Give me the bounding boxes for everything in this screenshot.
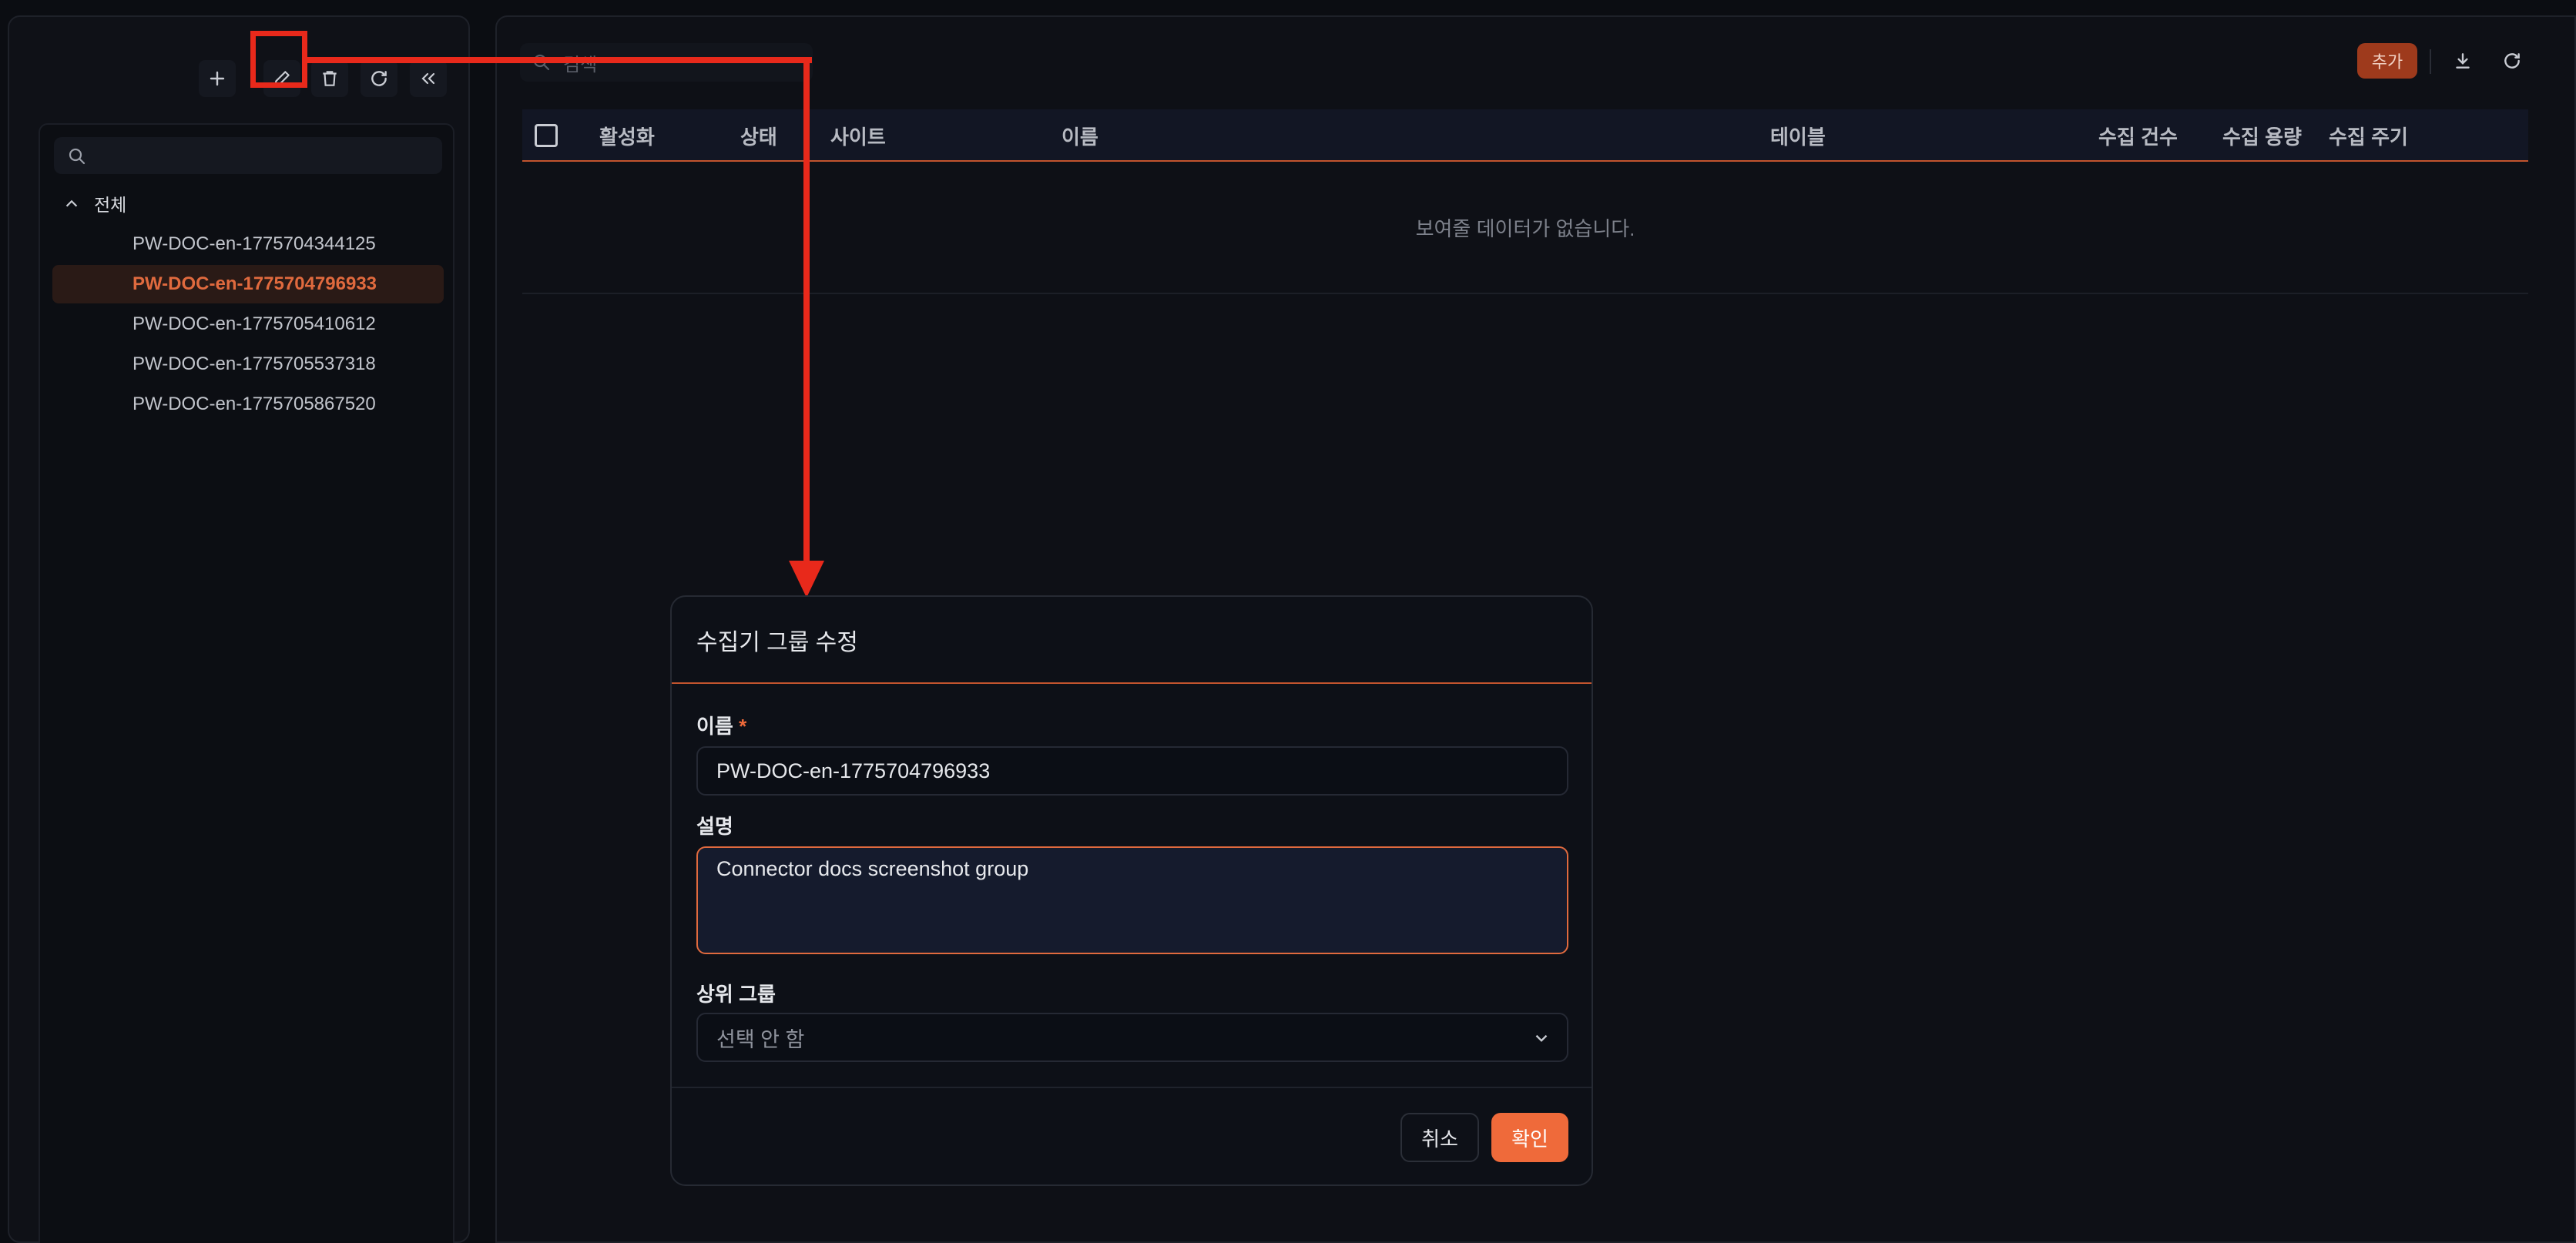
tree-toolbar	[194, 45, 471, 112]
name-label: 이름 *	[696, 711, 746, 739]
collapse-panel-button[interactable]	[410, 60, 447, 97]
col-status[interactable]: 상태	[740, 109, 777, 162]
trash-icon	[323, 71, 337, 86]
toolbar-divider	[2430, 49, 2431, 74]
dialog-title: 수집기 그룹 수정	[696, 630, 858, 655]
tree-root-label: 전체	[94, 195, 127, 215]
download-icon	[2456, 53, 2470, 69]
col-count[interactable]: 수집 건수	[2098, 109, 2178, 162]
col-active[interactable]: 활성화	[599, 109, 655, 162]
tree-item-label: PW-DOC-en-1775704344125	[132, 233, 376, 254]
col-name[interactable]: 이름	[1062, 109, 1098, 162]
tree-root-all[interactable]: 전체	[54, 186, 442, 220]
description-field[interactable]: Connector docs screenshot group	[696, 846, 1568, 954]
col-table[interactable]: 테이블	[1770, 109, 1826, 162]
tree-item-label: PW-DOC-en-1775704796933	[132, 273, 377, 294]
name-field[interactable]: PW-DOC-en-1775704796933	[696, 746, 1568, 796]
plus-icon	[210, 71, 225, 86]
parent-group-value: 선택 안 함	[716, 1027, 805, 1051]
dialog-footer-divider	[672, 1087, 1592, 1088]
add-group-button[interactable]	[199, 60, 236, 97]
chevron-down-icon	[1535, 1034, 1548, 1042]
col-interval[interactable]: 수집 주기	[2329, 109, 2408, 162]
tree-search-input[interactable]	[54, 137, 442, 174]
description-field-value: Connector docs screenshot group	[716, 857, 1029, 880]
dialog-divider	[672, 682, 1592, 684]
refresh-tree-button[interactable]	[361, 60, 397, 97]
name-label-text: 이름	[696, 715, 733, 738]
tree-item[interactable]: PW-DOC-en-1775705537318	[52, 345, 444, 384]
add-button[interactable]: 추가	[2357, 43, 2417, 79]
annotation-arrow-line	[803, 57, 810, 562]
chevron-up-icon[interactable]	[63, 195, 80, 212]
tree-item-label: PW-DOC-en-1775705410612	[132, 313, 376, 334]
tree-item-label: PW-DOC-en-1775705867520	[132, 394, 376, 414]
tree-item-selected[interactable]: PW-DOC-en-1775704796933	[52, 265, 444, 303]
tree-item-label: PW-DOC-en-1775705537318	[132, 353, 376, 374]
annotation-highlight-box	[250, 31, 307, 88]
search-icon	[69, 148, 86, 165]
select-all-checkbox[interactable]	[535, 124, 558, 147]
refresh-icon	[2504, 53, 2520, 69]
annotation-arrow-head	[789, 561, 824, 598]
edit-group-dialog: 수집기 그룹 수정 이름 * PW-DOC-en-1775704796933 설…	[670, 595, 1593, 1186]
parent-group-select[interactable]: 선택 안 함	[696, 1013, 1568, 1062]
description-label: 설명	[696, 815, 733, 838]
empty-state: 보여줄 데이터가 없습니다.	[522, 162, 2528, 294]
required-mark: *	[739, 715, 747, 738]
delete-group-button[interactable]	[311, 60, 348, 97]
annotation-arrow-line	[307, 57, 812, 63]
confirm-button[interactable]: 확인	[1491, 1113, 1568, 1162]
tree-item[interactable]: PW-DOC-en-1775705410612	[52, 305, 444, 343]
group-tree-panel: 전체 PW-DOC-en-1775704344125 PW-DOC-en-177…	[8, 15, 470, 1243]
col-site[interactable]: 사이트	[830, 109, 886, 162]
name-field-value: PW-DOC-en-1775704796933	[716, 759, 991, 782]
parent-group-label: 상위 그룹	[696, 983, 776, 1006]
col-size[interactable]: 수집 용량	[2222, 109, 2302, 162]
tree-item[interactable]: PW-DOC-en-1775704344125	[52, 225, 444, 263]
table-header: 활성화 상태 사이트 이름 테이블 수집 건수 수집 용량 수집 주기	[522, 109, 2528, 162]
group-tree: 전체 PW-DOC-en-1775704344125 PW-DOC-en-177…	[39, 123, 454, 1243]
refresh-button[interactable]	[2494, 43, 2530, 79]
refresh-icon	[371, 71, 387, 86]
tree-item[interactable]: PW-DOC-en-1775705867520	[52, 385, 444, 424]
collapse-icon	[421, 72, 435, 85]
cancel-button[interactable]: 취소	[1400, 1113, 1479, 1162]
download-button[interactable]	[2445, 43, 2480, 79]
